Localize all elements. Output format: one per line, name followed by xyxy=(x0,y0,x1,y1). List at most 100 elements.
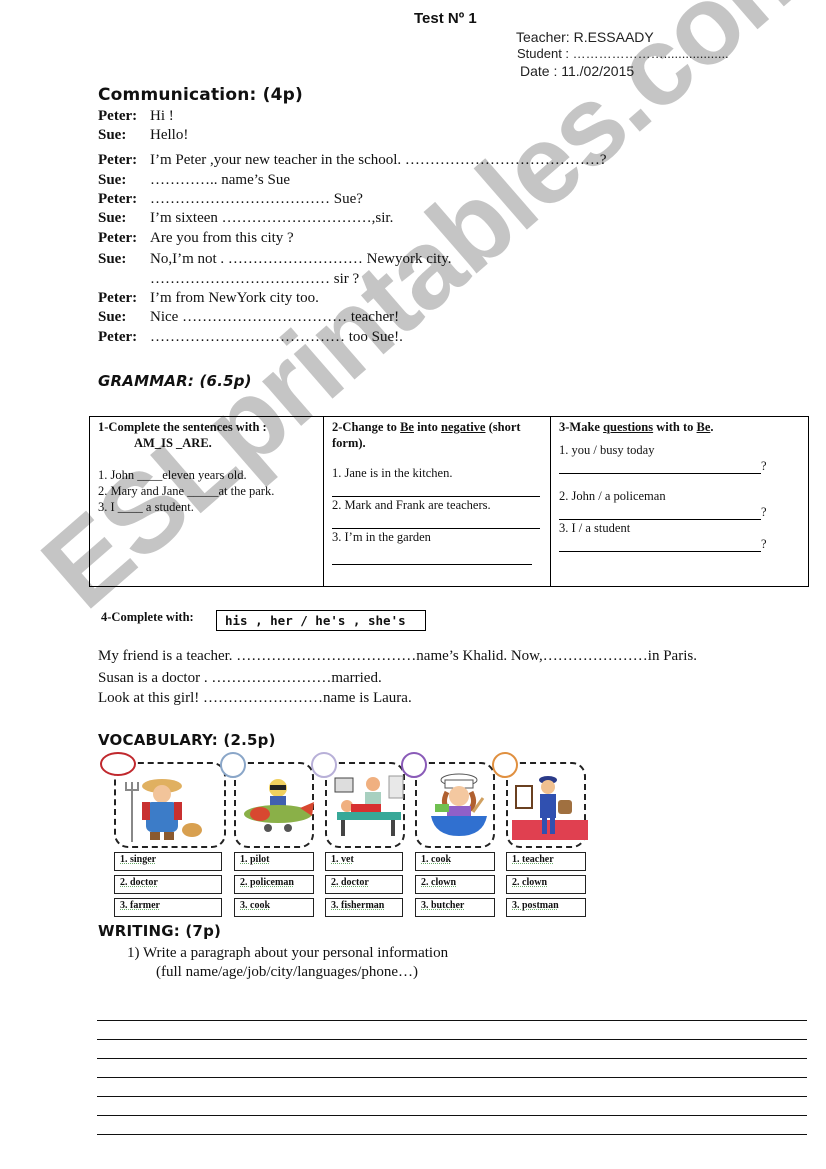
speaker-label: Sue: xyxy=(98,210,127,226)
exercise-1-item[interactable]: 3. I ____ a student. xyxy=(98,499,315,515)
question-line: ? xyxy=(559,504,800,520)
option-label: 3. postman xyxy=(512,900,559,911)
grammar-heading: GRAMMAR: (6.5p) xyxy=(98,372,252,390)
dialogue-text: I’m from NewYork city too. xyxy=(150,290,319,306)
speaker-label: Peter: xyxy=(98,108,138,124)
exercise-1-title: 1-Complete the sentences with : xyxy=(98,420,267,434)
dialogue-line[interactable]: Peter: Are you from this city ? xyxy=(98,230,294,247)
dialogue-line[interactable]: Peter: I’m Peter ,your new teacher in the… xyxy=(98,152,607,169)
dialogue-line[interactable]: Sue: Hello! xyxy=(98,127,188,144)
writing-line[interactable] xyxy=(97,1096,807,1097)
dialogue-text: Nice …………………………… teacher! xyxy=(150,309,400,325)
vocabulary-option[interactable]: 2. clown xyxy=(506,875,586,894)
writing-line[interactable] xyxy=(97,1058,807,1059)
dialogue-line[interactable]: Sue: I’m sixteen …………………………,sir. xyxy=(98,210,393,227)
vocabulary-option[interactable]: 1. cook xyxy=(415,852,495,871)
writing-heading: WRITING: (7p) xyxy=(98,922,222,940)
speaker-label: Peter: xyxy=(98,329,138,345)
student-field[interactable]: Student : ………………….................. xyxy=(517,46,729,61)
vocabulary-card xyxy=(234,762,314,848)
vocabulary-card xyxy=(415,762,495,848)
writing-line[interactable] xyxy=(97,1020,807,1021)
answer-line[interactable] xyxy=(559,460,761,474)
vocabulary-option[interactable]: 1. vet xyxy=(325,852,403,871)
vocabulary-option[interactable]: 3. postman xyxy=(506,898,586,917)
dialogue-line[interactable]: ……………………………… sir ? xyxy=(98,271,359,288)
option-label: 3. cook xyxy=(240,900,270,911)
answer-line[interactable] xyxy=(559,538,761,552)
option-label: 3. fisherman xyxy=(331,900,385,911)
fill-sentence[interactable]: Susan is a doctor . ……………………married. xyxy=(98,670,382,687)
writing-line[interactable] xyxy=(97,1039,807,1040)
option-label: 2. clown xyxy=(421,877,456,888)
cook-picture xyxy=(421,772,497,845)
speaker-label: Sue: xyxy=(98,251,127,267)
option-label: 3. farmer xyxy=(120,900,160,911)
exercise-1-item[interactable]: 2. Mary and Jane _____at the park. xyxy=(98,483,315,499)
vocabulary-option[interactable]: 2. clown xyxy=(415,875,495,894)
word-bank: his , her / he's , she's xyxy=(216,610,426,631)
vocabulary-option[interactable]: 2. doctor xyxy=(114,875,222,894)
vocabulary-option[interactable]: 2. doctor xyxy=(325,875,403,894)
exercise-2-item: 2. Mark and Frank are teachers. xyxy=(332,498,491,512)
grammar-exercise-1: 1-Complete the sentences with : AM_IS _A… xyxy=(90,417,324,586)
speaker-label: Peter: xyxy=(98,230,138,246)
grammar-exercise-2: 2-Change to Be into negative (short form… xyxy=(324,417,551,586)
dialogue-text: ……………………………… Sue? xyxy=(150,191,363,207)
answer-circle[interactable] xyxy=(220,752,246,778)
option-label: 2. doctor xyxy=(120,877,158,888)
dialogue-text: Hello! xyxy=(150,127,189,143)
vocabulary-option[interactable]: 1. singer xyxy=(114,852,222,871)
vocabulary-option[interactable]: 3. fisherman xyxy=(325,898,403,917)
option-label: 1. cook xyxy=(421,854,451,865)
writing-line[interactable] xyxy=(97,1115,807,1116)
option-label: 2. doctor xyxy=(331,877,369,888)
vocabulary-option[interactable]: 3. farmer xyxy=(114,898,222,917)
vocabulary-option[interactable]: 1. teacher xyxy=(506,852,586,871)
question-line: ? xyxy=(559,458,800,474)
answer-line[interactable] xyxy=(332,481,540,497)
dialogue-line[interactable]: Peter: ……………………………… Sue? xyxy=(98,191,363,208)
answer-circle[interactable] xyxy=(100,752,136,776)
question-mark: ? xyxy=(761,537,767,551)
fill-sentence[interactable]: Look at this girl! ……………………name is Laura… xyxy=(98,690,412,707)
communication-heading: Communication: (4p) xyxy=(98,85,303,105)
title-text: 2-Change to xyxy=(332,420,401,434)
writing-line[interactable] xyxy=(97,1077,807,1078)
option-label: 1. vet xyxy=(331,854,354,865)
dialogue-line[interactable]: Peter: Hi ! xyxy=(98,108,174,125)
vocabulary-option[interactable]: 2. policeman xyxy=(234,875,314,894)
answer-line[interactable] xyxy=(332,545,532,565)
postman-picture xyxy=(512,772,588,845)
question-line: ? xyxy=(559,536,800,552)
dialogue-text: I’m Peter ,your new teacher in the schoo… xyxy=(150,152,607,168)
exercise-1-item[interactable]: 1. John ____eleven years old. xyxy=(98,467,315,483)
answer-line[interactable] xyxy=(332,513,540,529)
speaker-label: Peter: xyxy=(98,191,138,207)
dialogue-line[interactable]: Peter: ………………………………… too Sue!. xyxy=(98,329,403,346)
answer-circle[interactable] xyxy=(311,752,337,778)
option-label: 2. policeman xyxy=(240,877,294,888)
writing-task: 1) Write a paragraph about your personal… xyxy=(127,945,449,961)
exercise-3-item: 3. I / a student xyxy=(559,521,631,535)
writing-line[interactable] xyxy=(97,1134,807,1135)
dialogue-line[interactable]: Sue: Nice …………………………… teacher! xyxy=(98,309,399,326)
dialogue-text: ………………………………… too Sue!. xyxy=(150,329,403,345)
answer-circle[interactable] xyxy=(401,752,427,778)
farmer-picture xyxy=(120,772,210,849)
title-text: 3-Make xyxy=(559,420,604,434)
dialogue-line[interactable]: Sue: No,I’m not . ……………………… Newyork city. xyxy=(98,251,452,268)
vocabulary-card xyxy=(506,762,588,848)
answer-circle[interactable] xyxy=(492,752,518,778)
exercise-2-item: 3. I’m in the garden xyxy=(332,530,431,544)
vocabulary-option[interactable]: 3. butcher xyxy=(415,898,495,917)
dialogue-line[interactable]: Peter: I’m from NewYork city too. xyxy=(98,290,319,307)
exercise-2-title: 2-Change to Be into negative (short form… xyxy=(332,419,542,451)
answer-line[interactable] xyxy=(559,506,761,520)
title-text: with to xyxy=(653,420,697,434)
vocabulary-option[interactable]: 1. pilot xyxy=(234,852,314,871)
vocabulary-option[interactable]: 3. cook xyxy=(234,898,314,917)
test-title: Test Nº 1 xyxy=(414,10,477,27)
dialogue-line[interactable]: Sue: ………….. name’s Sue xyxy=(98,172,290,189)
fill-sentence[interactable]: My friend is a teacher. ………………………………name… xyxy=(98,648,697,665)
